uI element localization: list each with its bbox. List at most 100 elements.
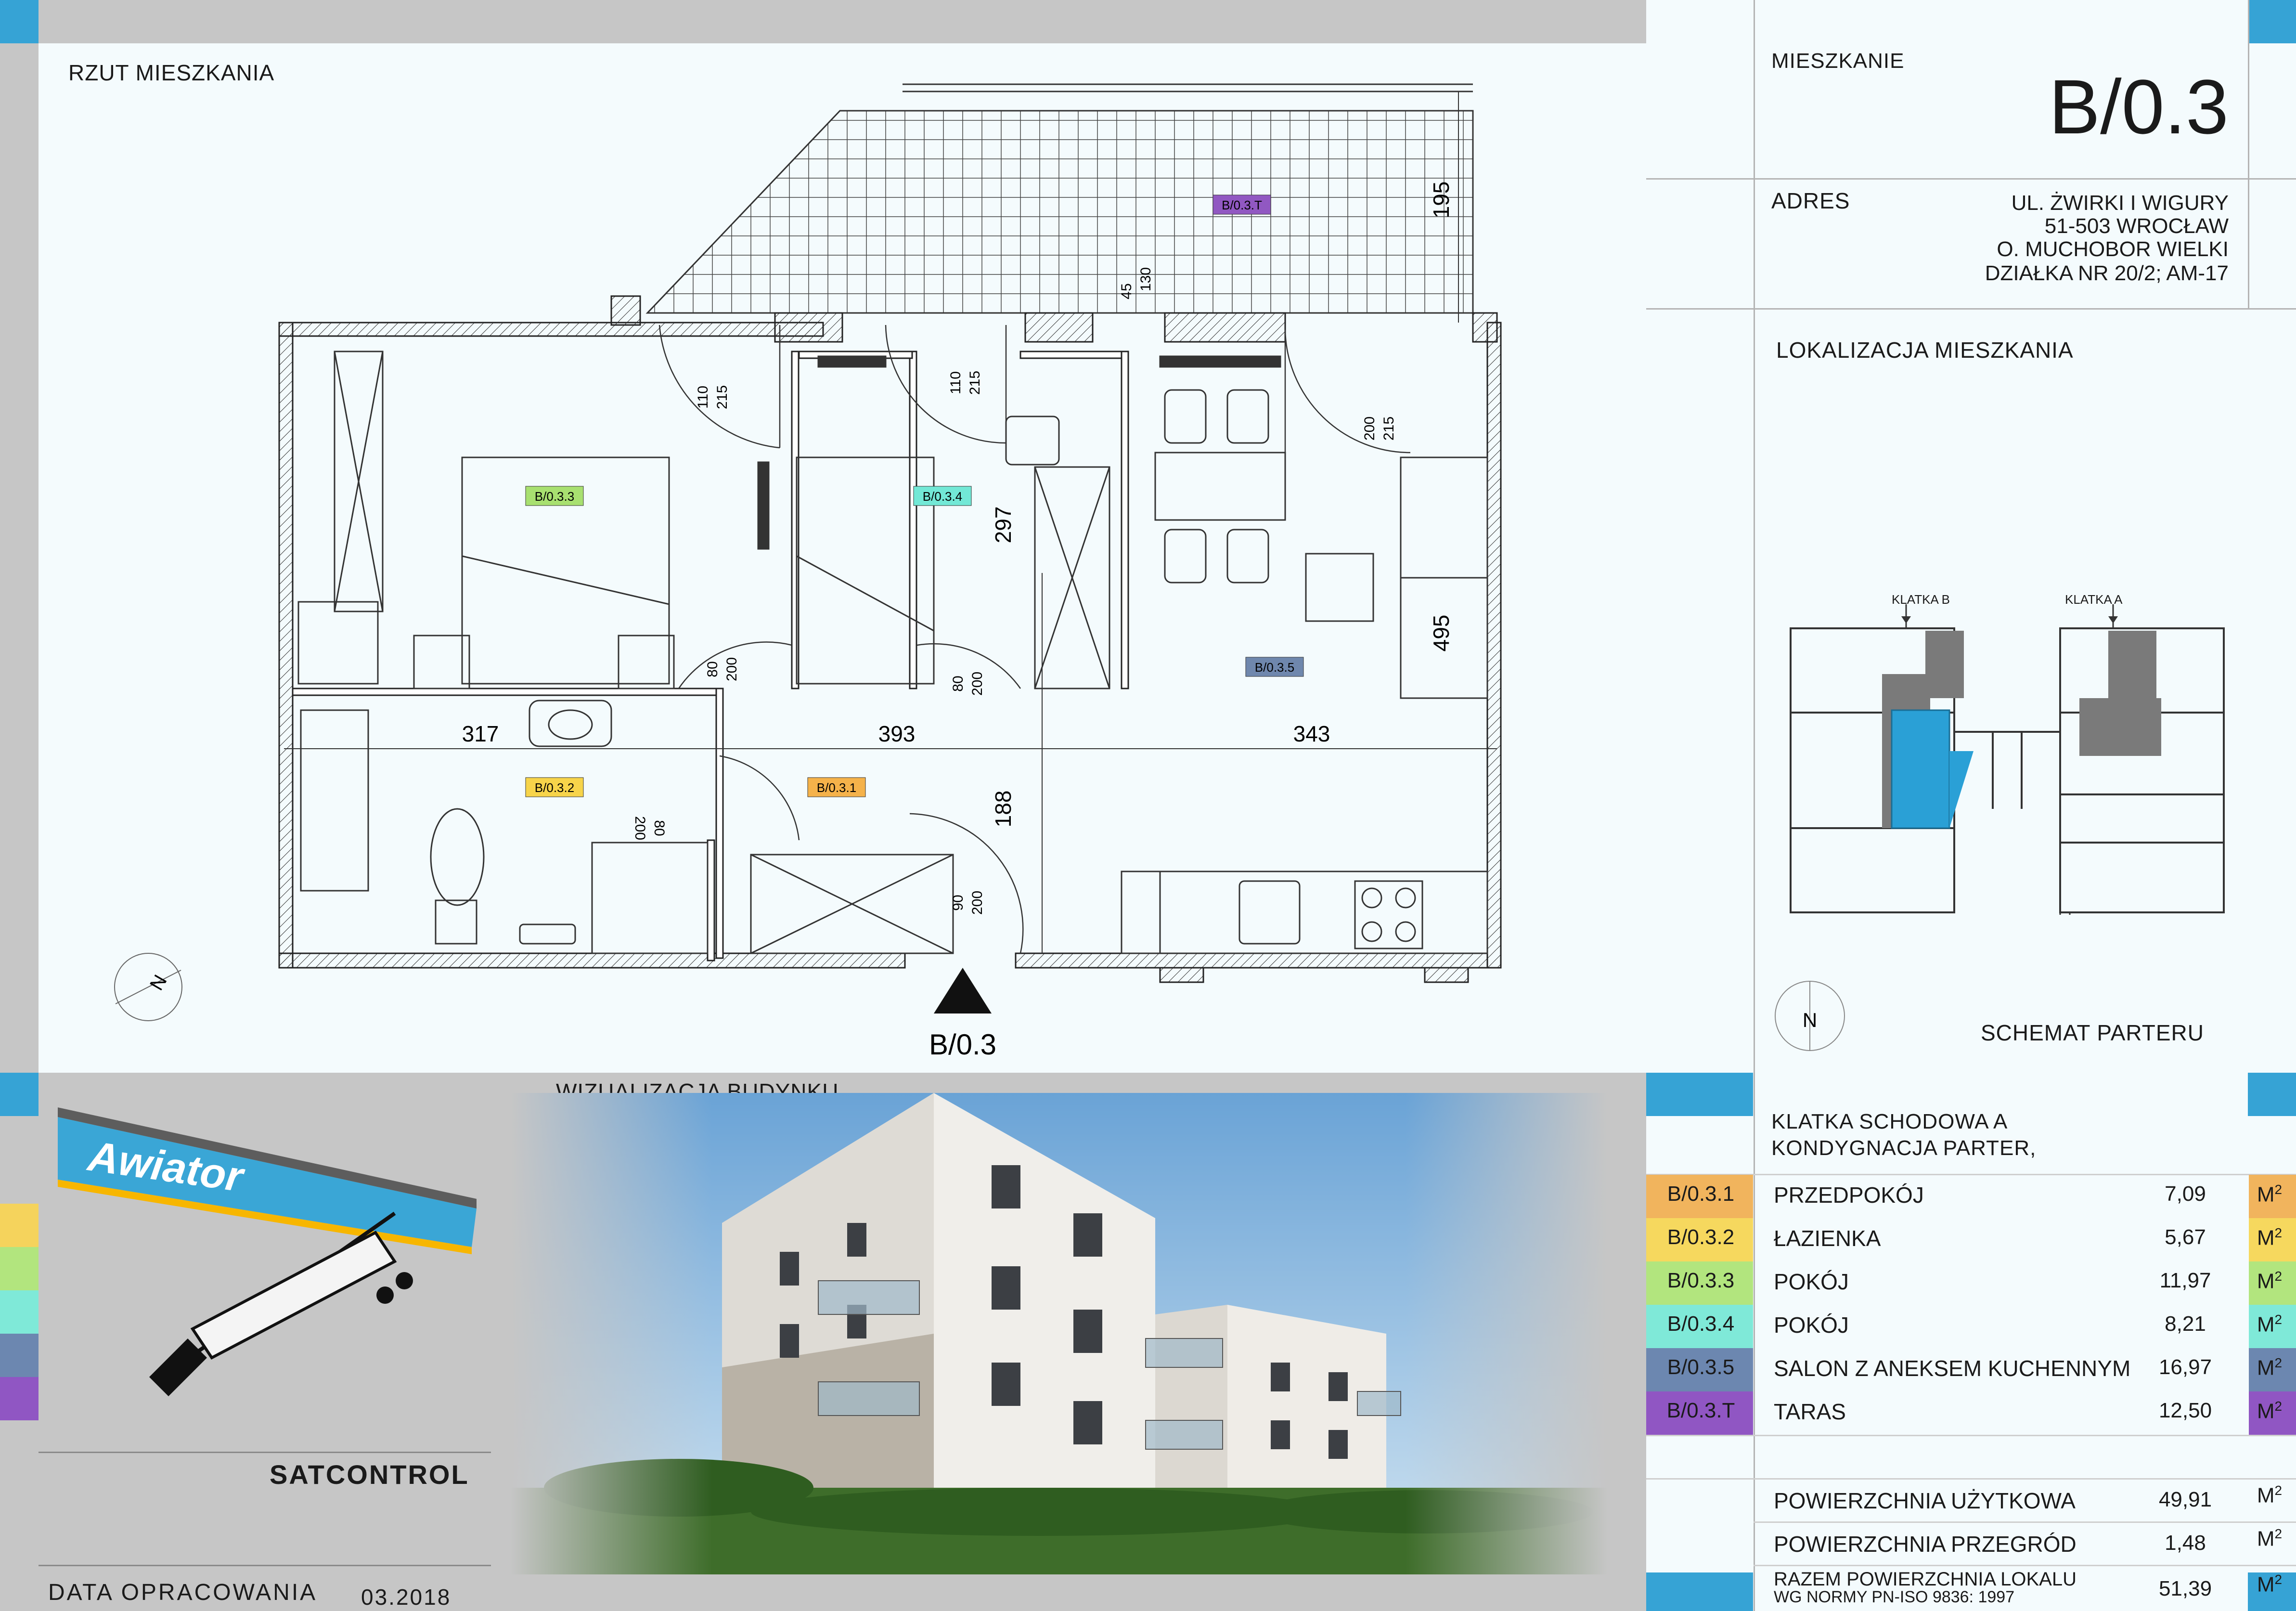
- table-header-1: KLATKA SCHODOWA A: [1771, 1110, 2008, 1133]
- summary-value: 51,39: [2158, 1577, 2212, 1600]
- room-area: 11,97: [2159, 1269, 2211, 1292]
- logo-divider: [39, 1452, 491, 1453]
- summary-name: POWIERZCHNIA PRZEGRÓD: [1774, 1532, 2077, 1557]
- info-divider-v2: [2248, 0, 2249, 308]
- table-header-2: KONDYGNACJA PARTER,: [1771, 1136, 2037, 1160]
- room-name: TARAS: [1774, 1399, 1846, 1424]
- table-accent-right: [2248, 1073, 2296, 1116]
- room-code: B/0.3.T: [1666, 1399, 1735, 1422]
- apartment-number: B/0.3: [2049, 64, 2229, 150]
- awiator-logo: Awiator: [58, 1107, 477, 1396]
- furniture: [297, 351, 1488, 954]
- room-tag-1: B/0.3.1: [817, 780, 856, 795]
- info-divider-v: [1754, 0, 1755, 1073]
- date-value: 03.2018: [361, 1585, 451, 1610]
- divider-2: [1646, 308, 2296, 310]
- address-line-3: O. MUCHOBOR WIELKI: [1997, 237, 2229, 261]
- company-name: SATCONTROL: [270, 1459, 469, 1490]
- schema-north-icon: N: [1775, 981, 1845, 1051]
- room-unit: M2: [2257, 1269, 2283, 1293]
- room-code: B/0.3.3: [1667, 1269, 1735, 1292]
- apartment-label: MIESZKANIE: [1771, 49, 1905, 73]
- left-color-bar-3: [0, 1290, 39, 1334]
- left-color-bar-4: [0, 1334, 39, 1377]
- info-side-right: [2248, 43, 2296, 1073]
- svg-text:200: 200: [1362, 416, 1378, 441]
- address-line-1: UL. ŻWIRKI I WIGURY: [2011, 191, 2229, 215]
- room-area: 12,50: [2158, 1399, 2212, 1422]
- room-name: POKÓJ: [1774, 1312, 1849, 1338]
- summary-value: 1,48: [2165, 1531, 2206, 1555]
- info-side-left: [1646, 0, 1754, 1073]
- plan-north-arrow: N: [114, 953, 182, 1021]
- left-color-bar-2: [0, 1247, 39, 1290]
- summary-unit: M2: [2257, 1526, 2283, 1551]
- svg-text:80: 80: [950, 676, 966, 691]
- summary-name: POWIERZCHNIA UŻYTKOWA: [1774, 1488, 2076, 1513]
- room-area: 5,67: [2165, 1225, 2206, 1249]
- left-accent-mid: [0, 1073, 39, 1116]
- svg-text:215: 215: [714, 385, 730, 409]
- room-tag-4: B/0.3.4: [923, 489, 962, 504]
- dim-130: 130: [1138, 267, 1154, 291]
- room-name: PRZEDPOKÓJ: [1774, 1182, 1924, 1208]
- address-line-4: DZIAŁKA NR 20/2; AM-17: [1985, 261, 2229, 285]
- dim-343: 343: [1293, 721, 1330, 746]
- klatka-a-label: KLATKA A: [2065, 592, 2123, 607]
- table-accent-bottom-left: [1646, 1572, 1753, 1611]
- room-tag-t: B/0.3.T: [1222, 198, 1262, 212]
- address-line-2: 51-503 WROCŁAW: [2044, 214, 2229, 238]
- svg-text:80: 80: [705, 661, 721, 677]
- schema-north-label: N: [1803, 1009, 1817, 1031]
- room-name: POKÓJ: [1774, 1269, 1849, 1294]
- svg-text:90: 90: [950, 895, 966, 910]
- svg-text:110: 110: [695, 386, 711, 409]
- entrance-arrow-icon: [934, 968, 992, 1013]
- room-code: B/0.3.1: [1667, 1182, 1735, 1206]
- room-unit: M2: [2257, 1355, 2283, 1380]
- divider-1: [1646, 178, 2296, 180]
- room-name: ŁAZIENKA: [1774, 1226, 1881, 1251]
- summary-name: RAZEM POWIERZCHNIA LOKALU: [1774, 1569, 2077, 1590]
- room-tag-3: B/0.3.3: [535, 489, 574, 504]
- room-unit: M2: [2257, 1399, 2283, 1423]
- right-accent-top-2: [2248, 0, 2296, 43]
- footer-divider: [39, 1565, 491, 1566]
- left-color-bar-1: [0, 1204, 39, 1247]
- svg-text:215: 215: [1381, 416, 1397, 441]
- room-unit: M2: [2257, 1225, 2283, 1250]
- summary-value: 49,91: [2158, 1488, 2212, 1511]
- left-color-bar-5: [0, 1377, 39, 1420]
- address-label: ADRES: [1771, 188, 1850, 213]
- left-accent-top: [0, 0, 39, 43]
- summary-unit: M2: [2257, 1483, 2283, 1507]
- windows-top: [774, 312, 1498, 343]
- room-code: B/0.3.5: [1667, 1355, 1735, 1379]
- date-label: DATA OPRACOWANIA: [48, 1580, 318, 1605]
- ground-floor-schema: [1790, 604, 2225, 915]
- dim-188: 188: [991, 791, 1016, 828]
- location-title: LOKALIZACJA MIESZKANIA: [1776, 338, 2074, 363]
- floor-plan-panel: RZUT MIESZKANIA B/0.3.3 B/0.3.4 B/0.3.5 …: [39, 43, 1646, 1073]
- room-tag-2: B/0.3.2: [535, 780, 574, 795]
- building-render: [510, 1093, 1608, 1574]
- dim-317: 317: [462, 721, 499, 746]
- svg-text:110: 110: [948, 371, 964, 394]
- room-code: B/0.3.4: [1667, 1312, 1735, 1336]
- room-tag-5: B/0.3.5: [1255, 660, 1294, 675]
- room-name: SALON Z ANEKSEM KUCHENNYM: [1774, 1356, 2131, 1381]
- room-unit: M2: [2257, 1312, 2283, 1337]
- room-area: 7,09: [2165, 1182, 2206, 1206]
- dim-495: 495: [1429, 615, 1454, 652]
- dim-393: 393: [878, 721, 916, 746]
- svg-text:200: 200: [632, 816, 648, 840]
- terrace: [645, 83, 1474, 323]
- svg-text:200: 200: [969, 891, 985, 915]
- summary-sub: WG NORMY PN-ISO 9836: 1997: [1774, 1588, 2015, 1606]
- dim-195: 195: [1429, 182, 1454, 219]
- svg-text:200: 200: [724, 657, 740, 681]
- summary-unit: M2: [2257, 1572, 2283, 1597]
- room-code: B/0.3.2: [1667, 1225, 1735, 1249]
- room-unit: M2: [2257, 1182, 2283, 1207]
- dimension-lines: [284, 573, 1497, 953]
